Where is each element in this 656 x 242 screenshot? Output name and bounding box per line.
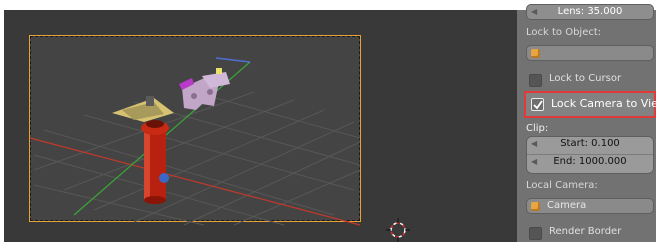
object-cube-icon (531, 49, 540, 58)
clip-end-field[interactable]: ◀ End: 1000.000 (527, 154, 653, 172)
red-cylinder-object[interactable] (144, 125, 169, 204)
lock-to-object-label: Lock to Object: (526, 27, 602, 38)
lock-camera-to-view-checkbox[interactable] (531, 98, 544, 111)
lens-field[interactable]: ◀ Lens: 35.000 (526, 4, 654, 20)
3d-viewport[interactable] (4, 10, 517, 242)
local-camera-value: Camera (547, 200, 587, 211)
render-border-row[interactable]: Render Border (526, 225, 654, 241)
z-axis-line (215, 57, 251, 63)
clip-label: Clip: (526, 123, 549, 134)
lens-value: Lens: 35.000 (557, 6, 623, 17)
scene-canvas (29, 57, 361, 226)
clip-fields-group: ◀ Start: 0.100 ◀ End: 1000.000 (526, 136, 654, 174)
lock-camera-to-view-label: Lock Camera to View (551, 97, 656, 110)
ground-grid (33, 91, 361, 226)
clip-start-value: Start: 0.100 (560, 138, 620, 149)
clip-end-value: End: 1000.000 (553, 156, 627, 167)
view-properties-panel: ◀ Lens: 35.000 Lock to Object: Lock to C… (517, 4, 656, 242)
camera-object-icon (531, 202, 540, 211)
checkmark-icon (533, 100, 543, 110)
lock-to-cursor-checkbox[interactable] (529, 74, 542, 87)
lock-camera-to-view-row[interactable]: Lock Camera to View (528, 96, 656, 112)
lock-camera-highlight-box: Lock Camera to View (524, 91, 656, 118)
3d-cursor-icon[interactable] (386, 218, 410, 242)
lock-to-cursor-label: Lock to Cursor (549, 73, 622, 84)
local-camera-field[interactable]: Camera (526, 198, 654, 214)
render-border-checkbox[interactable] (529, 227, 542, 240)
clip-start-field[interactable]: ◀ Start: 0.100 (527, 137, 653, 154)
lock-to-cursor-row[interactable]: Lock to Cursor (526, 72, 654, 88)
lock-to-object-field[interactable] (526, 45, 654, 61)
render-border-label: Render Border (549, 226, 622, 237)
bracket-object[interactable] (112, 96, 174, 135)
local-camera-label: Local Camera: (526, 180, 598, 191)
